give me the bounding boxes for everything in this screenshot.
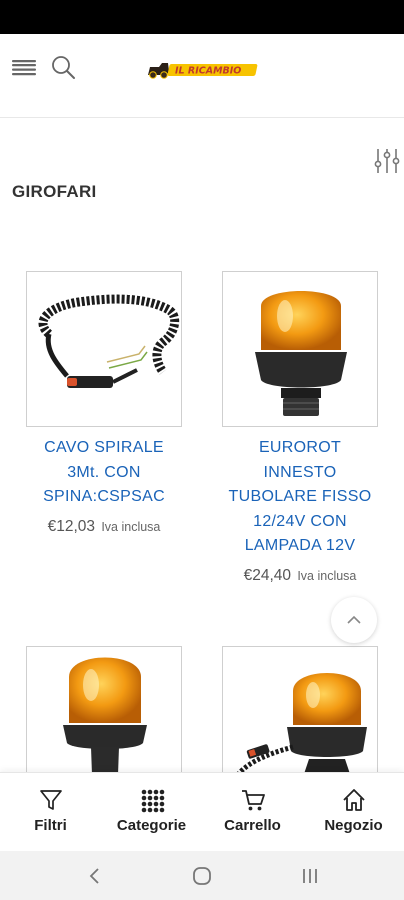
- search-icon[interactable]: [50, 54, 76, 80]
- funnel-icon: [39, 790, 62, 810]
- grid-dots-icon: [141, 789, 164, 813]
- recents-button[interactable]: [290, 860, 330, 892]
- product-image[interactable]: [26, 271, 182, 427]
- nav-label: Negozio: [324, 817, 383, 834]
- vat-label: Iva inclusa: [297, 569, 357, 583]
- product-price: €12,03 Iva inclusa: [12, 518, 196, 536]
- nav-label: Filtri: [34, 817, 67, 834]
- back-icon: [89, 867, 99, 884]
- nav-carrello[interactable]: Carrello: [202, 773, 303, 851]
- page-title: GIROFARI: [12, 182, 97, 201]
- product-image[interactable]: [222, 271, 378, 427]
- product-price: €24,40 Iva inclusa: [208, 567, 392, 585]
- nav-label: Carrello: [224, 817, 281, 834]
- chevron-up-icon: [347, 615, 361, 624]
- svg-text:IL RICAMBIO: IL RICAMBIO: [175, 66, 241, 77]
- price-value: €24,40: [243, 567, 292, 584]
- scroll-to-top-button[interactable]: [331, 597, 377, 643]
- hamburger-menu-icon[interactable]: [12, 58, 36, 78]
- sliders-icon[interactable]: [372, 146, 402, 176]
- home-button[interactable]: [182, 860, 222, 892]
- status-bar: [0, 0, 404, 34]
- nav-filtri[interactable]: Filtri: [0, 773, 101, 851]
- home-icon: [342, 789, 365, 811]
- vat-label: Iva inclusa: [101, 520, 161, 534]
- app-header: IL RICAMBIO: [0, 34, 404, 118]
- system-navigation-bar: [0, 851, 404, 900]
- product-name[interactable]: EUROROT INNESTO TUBOLARE FISSO 12/24V CO…: [208, 436, 392, 559]
- bottom-navigation: Filtri Categorie Carrello Negozio: [0, 772, 404, 851]
- brand-logo[interactable]: IL RICAMBIO: [145, 58, 261, 80]
- nav-negozio[interactable]: Negozio: [303, 773, 404, 851]
- nav-label: Categorie: [116, 817, 187, 834]
- nav-categorie[interactable]: Categorie: [101, 773, 202, 851]
- cart-icon: [241, 790, 265, 811]
- price-value: €12,03: [47, 518, 96, 535]
- product-name[interactable]: CAVO SPIRALE 3Mt. CON SPINA:CSPSAC: [12, 436, 196, 510]
- recents-icon: [303, 868, 317, 883]
- home-circle-icon: [193, 866, 211, 885]
- back-button[interactable]: [74, 860, 114, 892]
